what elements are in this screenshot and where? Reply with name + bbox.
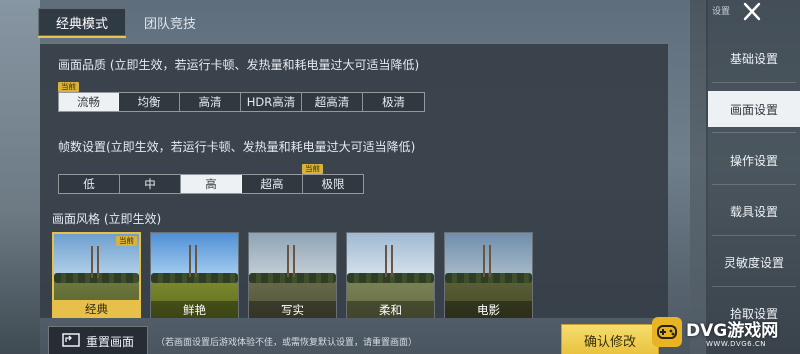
style-card-realistic[interactable]: 写实 xyxy=(248,232,337,318)
card-preview-tower xyxy=(483,245,492,278)
sidebar-divider xyxy=(712,132,796,133)
card-preview-tower xyxy=(385,245,394,278)
style-card-cinematic[interactable]: 电影 xyxy=(444,232,533,318)
framerate-section-title: 帧数设置(立即生效，若运行卡顿、发热量和耗电量过大可适当降低) xyxy=(58,140,416,154)
reset-screen-label: 重置画面 xyxy=(85,334,134,349)
style-card-label: 经典 xyxy=(54,300,139,318)
watermark-url: WWW.DVG6.CN xyxy=(706,340,766,348)
confirm-changes-button[interactable]: 确认修改 xyxy=(561,324,659,354)
quality-option-label: 流畅 xyxy=(77,95,100,109)
current-badge: 当前 xyxy=(302,164,323,174)
graphics-settings-panel: 画面品质 (立即生效，若运行卡顿、发热量和耗电量过大可适当降低) 流畅 当前 均… xyxy=(40,42,668,318)
style-section-title: 画面风格 (立即生效) xyxy=(52,212,162,226)
sidebar-item-basic[interactable]: 基础设置 xyxy=(708,40,800,76)
gamepad-logo-icon xyxy=(652,317,682,347)
sidebar-divider xyxy=(712,235,796,236)
site-watermark: DVG游戏网 WWW.DVG6.CN xyxy=(648,310,800,354)
style-cards: 当前 经典 鲜艳 写实 柔和 电影 xyxy=(52,232,533,318)
reset-screen-button[interactable]: 重置画面 xyxy=(48,326,148,354)
sidebar-item-vehicle[interactable]: 载具设置 xyxy=(708,193,800,229)
active-tab-indicator xyxy=(38,36,126,38)
sidebar-divider xyxy=(712,184,796,185)
style-card-label: 电影 xyxy=(445,301,532,318)
quality-option-ultra-hd[interactable]: 超高清 xyxy=(302,93,363,111)
quality-option-hd[interactable]: 高清 xyxy=(180,93,241,111)
style-card-label: 柔和 xyxy=(347,301,434,318)
reset-hint-text: （若画面设置后游戏体验不佳，或需恢复默认设置，请重置画面） xyxy=(156,338,418,348)
framerate-option-label: 极限 xyxy=(321,177,345,191)
sidebar-item-controls[interactable]: 操作设置 xyxy=(708,142,800,178)
tab-team-deathmatch[interactable]: 团队竞技 xyxy=(126,8,214,36)
quality-option-hdr-hd[interactable]: HDR高清 xyxy=(241,93,302,111)
style-card-label: 鲜艳 xyxy=(151,301,238,318)
card-preview-tower xyxy=(189,245,198,278)
framerate-option-extreme[interactable]: 极限 当前 xyxy=(302,164,363,193)
sidebar-item-graphics[interactable]: 画面设置 xyxy=(708,91,800,127)
sidebar-divider xyxy=(712,82,796,83)
sidebar-header: 设置 xyxy=(712,7,731,17)
framerate-option-ultra[interactable]: 超高 xyxy=(242,175,303,193)
tab-classic-mode[interactable]: 经典模式 xyxy=(38,8,126,36)
framerate-option-high[interactable]: 高 xyxy=(181,175,242,193)
framerate-option-low[interactable]: 低 xyxy=(59,175,120,193)
card-preview-tower xyxy=(287,245,296,278)
sidebar-item-sensitivity[interactable]: 灵敏度设置 xyxy=(708,244,800,280)
watermark-name: DVG游戏网 xyxy=(686,321,779,341)
background-scenery-left xyxy=(0,0,40,354)
quality-option-smooth[interactable]: 流畅 当前 xyxy=(58,82,119,111)
sidebar-divider xyxy=(712,286,796,287)
quality-option-balanced[interactable]: 均衡 xyxy=(119,93,180,111)
quality-selector: 流畅 当前 均衡 高清 HDR高清 超高清 极清 xyxy=(58,82,425,112)
framerate-selector: 低 中 高 超高 极限 当前 xyxy=(58,164,364,194)
reset-screen-icon xyxy=(62,332,80,350)
style-card-soft[interactable]: 柔和 xyxy=(346,232,435,318)
style-card-vivid[interactable]: 鲜艳 xyxy=(150,232,239,318)
current-badge: 当前 xyxy=(116,236,137,246)
framerate-option-medium[interactable]: 中 xyxy=(120,175,181,193)
quality-section-title: 画面品质 (立即生效，若运行卡顿、发热量和耗电量过大可适当降低) xyxy=(58,58,420,72)
card-preview-tower xyxy=(91,245,100,278)
close-icon[interactable] xyxy=(740,1,764,23)
quality-option-extreme-hd[interactable]: 极清 xyxy=(363,93,424,111)
style-card-label: 写实 xyxy=(249,301,336,318)
style-card-classic[interactable]: 当前 经典 xyxy=(52,232,141,318)
mode-tabs: 经典模式 团队竞技 xyxy=(38,8,214,36)
current-badge: 当前 xyxy=(58,82,79,92)
